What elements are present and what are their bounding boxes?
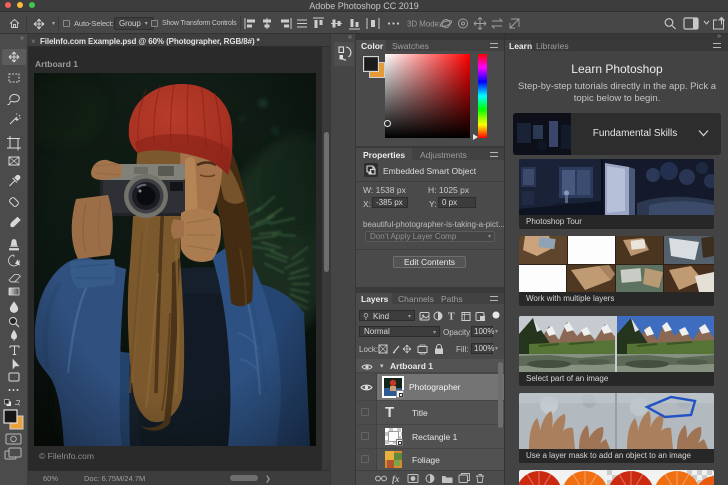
svg-text:fx: fx: [392, 474, 400, 484]
svg-text:3D Mode:: 3D Mode:: [407, 20, 441, 29]
svg-text:T: T: [448, 312, 455, 323]
